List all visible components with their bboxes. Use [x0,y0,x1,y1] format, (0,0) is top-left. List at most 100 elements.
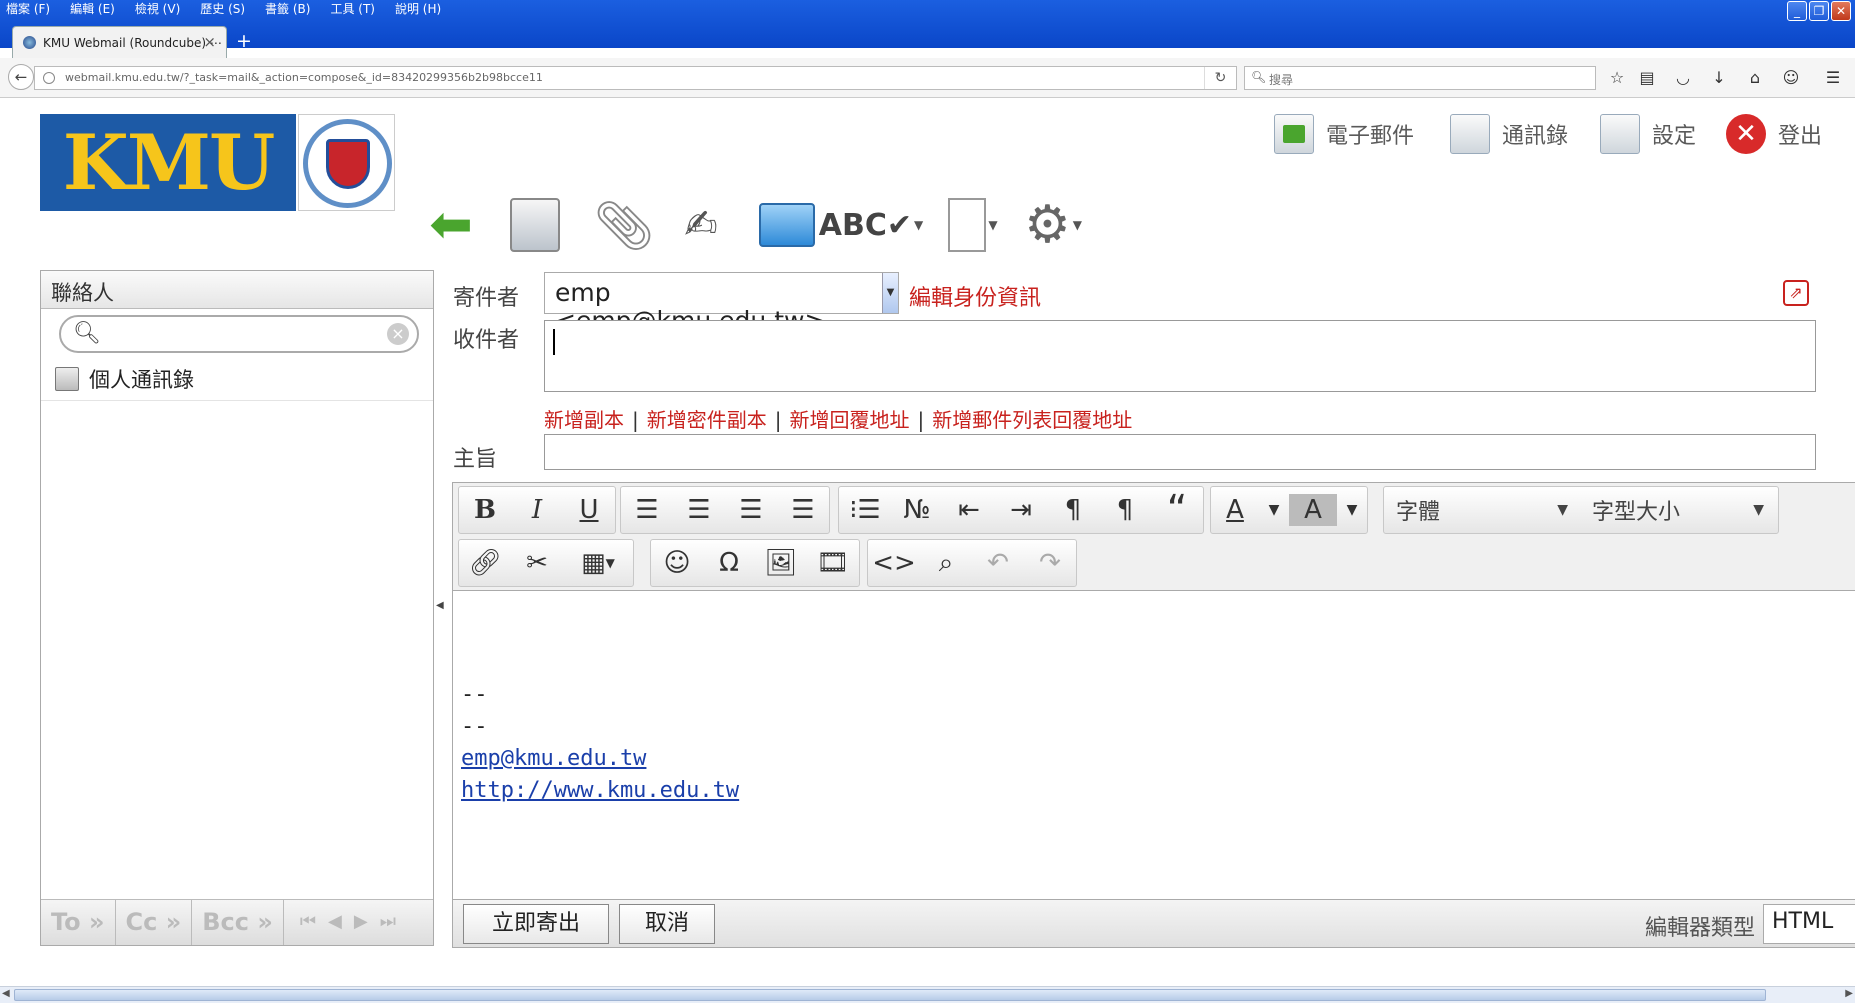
align-left-icon[interactable]: ☰ [621,487,673,533]
editor-type-select[interactable]: HTML ▼ [1763,904,1855,944]
edit-identity-link[interactable]: 編輯身份資訊 [909,280,1041,312]
bold-button[interactable]: B [459,487,511,533]
subject-input[interactable] [544,434,1816,470]
chevron-down-icon[interactable]: ▼ [988,218,997,232]
text-color-icon[interactable]: A [1211,487,1259,533]
font-family-select[interactable]: 字體 ▼ [1384,487,1580,533]
site-info-icon[interactable] [43,72,55,84]
chevron-down-icon[interactable]: ▼ [1337,487,1367,533]
menu-bookmarks[interactable]: 書籤 (B) [265,0,310,18]
scrollbar-thumb[interactable] [14,989,1766,1001]
add-to-button[interactable]: To » [41,900,116,945]
new-tab-button[interactable]: + [236,30,252,52]
cancel-button[interactable]: 取消 [619,904,715,944]
editor-body[interactable]: -- -- emp@kmu.edu.tw http://www.kmu.edu.… [461,679,739,807]
save-draft-button[interactable] [758,194,816,256]
link-icon[interactable]: 🔗︎ [459,540,511,586]
unlink-icon[interactable]: ✂ [511,540,563,586]
spellcheck-button[interactable]: ABC✔ ▼ [819,194,923,256]
reading-list-icon[interactable]: ▤ [1636,67,1658,89]
maximize-button[interactable]: ❐ [1809,1,1829,21]
emoticon-icon[interactable]: ☺ [651,540,703,586]
menu-view[interactable]: 檢視 (V) [135,0,180,18]
redo-icon[interactable]: ↷ [1024,540,1076,586]
add-followup-to-link[interactable]: 新增郵件列表回覆地址 [932,408,1132,432]
chevron-down-icon[interactable]: ▼ [914,218,923,232]
bullet-list-icon[interactable]: ⁝☰ [839,487,891,533]
nav-addressbook[interactable]: 通訊錄 [1450,112,1568,156]
media-icon[interactable]: 🎞︎ [807,540,859,586]
browser-search-input[interactable]: 🔍︎ 搜尋 [1244,66,1596,90]
download-icon[interactable]: ↓ [1708,67,1730,89]
nav-logout[interactable]: ✕ 登出 [1726,112,1822,156]
align-justify-icon[interactable]: ☰ [777,487,829,533]
table-icon[interactable]: ▦ ▼ [563,540,633,586]
outdent-icon[interactable]: ⇤ [943,487,995,533]
responses-button[interactable]: ▼ [944,194,1002,256]
scroll-right-icon[interactable]: ▶ [1845,988,1853,999]
next-page-icon[interactable]: ▶ [348,900,374,945]
addressbook-item-personal[interactable]: 個人通訊錄 [41,357,433,401]
reload-icon[interactable]: ↻ [1204,67,1236,89]
nav-mail[interactable]: 電子郵件 [1274,112,1414,156]
numbered-list-icon[interactable]: № [891,487,943,533]
window-close-button[interactable]: ✕ [1831,1,1851,21]
nav-settings[interactable]: 設定 [1600,112,1696,156]
send-button[interactable]: 立即寄出 [463,904,609,944]
back-to-list-button[interactable]: ⬅ [422,194,480,256]
undo-icon[interactable]: ↶ [972,540,1024,586]
align-right-icon[interactable]: ☰ [725,487,777,533]
align-center-icon[interactable]: ☰ [673,487,725,533]
compose-options-button[interactable]: ⚙ ▼ [1024,194,1082,256]
blockquote-icon[interactable]: “ [1151,487,1203,533]
to-field[interactable] [544,320,1816,392]
minimize-button[interactable]: _ [1787,1,1807,21]
add-reply-to-link[interactable]: 新增回覆地址 [790,408,910,432]
add-bcc-button[interactable]: Bcc » [192,900,284,945]
background-color-icon[interactable]: A [1289,494,1337,526]
back-button[interactable]: ← [8,64,34,90]
ltr-icon[interactable]: ¶ [1047,487,1099,533]
rtl-icon[interactable]: ¶ [1099,487,1151,533]
font-size-select[interactable]: 字型大小 ▼ [1580,487,1776,533]
pocket-icon[interactable]: ◡ [1672,67,1694,89]
chat-icon[interactable]: ☺ [1780,67,1802,89]
from-select[interactable]: emp <emp@kmu.edu.tw> ▼ [544,272,899,335]
send-toolbar-button[interactable] [506,194,564,256]
add-cc-button[interactable]: Cc » [116,900,193,945]
browser-tab[interactable]: KMU Webmail (Roundcube) ⋯ × [12,26,227,58]
special-char-icon[interactable]: Ω [703,540,755,586]
previous-page-icon[interactable]: ◀ [322,900,348,945]
contacts-search-input[interactable]: 🔍︎ × [59,315,419,353]
hamburger-menu-icon[interactable]: ☰ [1822,67,1844,89]
home-icon[interactable]: ⌂ [1744,67,1766,89]
image-icon[interactable]: 🖼︎ [755,540,807,586]
menu-file[interactable]: 檔案 (F) [6,0,50,18]
first-page-icon[interactable]: ⏮ [294,900,322,945]
last-page-icon[interactable]: ⏭ [374,900,402,945]
signature-url-link[interactable]: http://www.kmu.edu.tw [461,778,739,803]
menu-help[interactable]: 說明 (H) [395,0,441,18]
menu-edit[interactable]: 編輯 (E) [70,0,115,18]
tab-close-icon[interactable]: × [203,33,216,51]
italic-button[interactable]: I [511,487,563,533]
panel-splitter[interactable]: ◀ [436,600,444,614]
find-replace-icon[interactable]: ⌕ [920,540,972,586]
clear-search-icon[interactable]: × [387,323,409,345]
url-bar[interactable]: webmail.kmu.edu.tw/?_task=mail&_action=c… [34,66,1237,90]
popout-icon[interactable]: ⇗ [1783,280,1809,306]
chevron-down-icon[interactable]: ▼ [1259,487,1289,533]
attach-button[interactable]: 📎︎ [594,194,655,256]
insert-signature-button[interactable]: ✍︎ [672,194,730,256]
underline-button[interactable]: U [563,487,615,533]
indent-icon[interactable]: ⇥ [995,487,1047,533]
source-code-icon[interactable]: <> [868,540,920,586]
bookmark-star-icon[interactable]: ☆ [1606,67,1628,89]
signature-email-link[interactable]: emp@kmu.edu.tw [461,746,646,771]
menu-tools[interactable]: 工具 (T) [330,0,375,18]
horizontal-scrollbar[interactable]: ◀ ▶ [0,986,1855,1003]
add-cc-link[interactable]: 新增副本 [544,408,624,432]
menu-history[interactable]: 歷史 (S) [200,0,245,18]
scroll-left-icon[interactable]: ◀ [2,988,10,999]
chevron-down-icon[interactable]: ▼ [1073,218,1082,232]
